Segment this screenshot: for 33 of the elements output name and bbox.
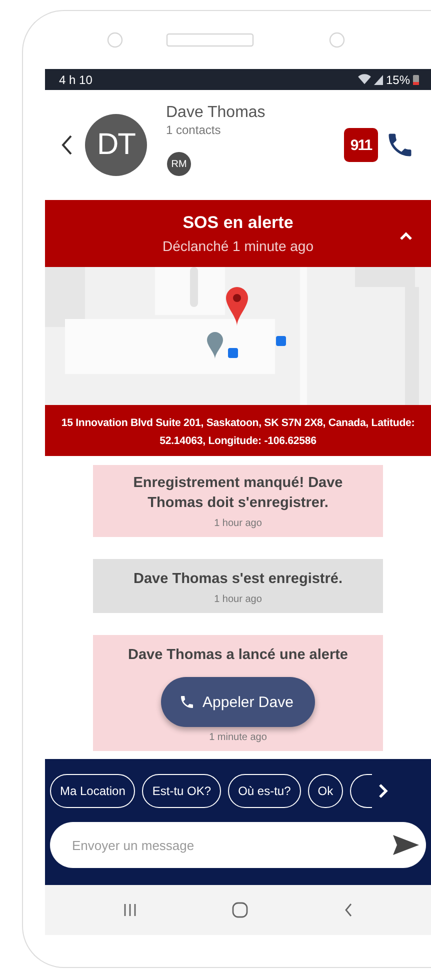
phone-icon	[178, 694, 195, 710]
message-text: Dave Thomas s'est enregistré.	[134, 570, 342, 589]
quick-reply-chip[interactable]: Est-tu OK?	[142, 774, 222, 808]
signal-icon	[374, 74, 383, 84]
member-avatar: RM	[167, 152, 191, 176]
status-time: 4 h 10	[59, 72, 92, 86]
address-text: 15 Innovation Blvd Suite 201, Saskatoon, SK S7N 2X8, Canada, Latitude: 52.14063, Longitude: -106.62586	[61, 417, 415, 447]
wifi-icon	[358, 74, 371, 85]
avatar: DT	[85, 114, 147, 176]
quick-reply-chip[interactable]	[350, 774, 372, 808]
message-time: 1 hour ago	[214, 594, 262, 605]
message-time: 1 hour ago	[214, 518, 262, 529]
message-time: 1 minute ago	[209, 732, 267, 743]
send-icon[interactable]	[392, 833, 420, 857]
home-icon[interactable]	[232, 902, 248, 918]
message-text: Enregistrement manqué! Dave Thomas doit s'enregistrer.	[132, 474, 344, 513]
quick-reply-chip[interactable]: Ok	[308, 774, 344, 808]
battery-level: 15%	[386, 72, 410, 86]
back-icon[interactable]	[61, 134, 73, 156]
chevron-right-icon[interactable]	[377, 783, 390, 799]
contact-name: Dave Thomas	[166, 104, 266, 122]
quick-reply-chip[interactable]: Où es-tu?	[228, 774, 301, 808]
collapse-icon[interactable]	[399, 230, 413, 242]
alert-time: Déclanché 1 minute ago	[162, 238, 314, 254]
emergency-call-button[interactable]: 911	[344, 128, 378, 162]
call-button[interactable]: Appeler Dave	[160, 677, 316, 727]
recent-apps-icon[interactable]	[122, 903, 137, 917]
quick-reply-chip[interactable]: Ma Location	[50, 774, 136, 808]
alert-title: SOS en alerte	[182, 213, 294, 233]
contact-count: 1 contacts	[166, 123, 222, 137]
message-text: Dave Thomas a lancé une alerte	[128, 646, 348, 665]
battery-icon	[413, 74, 419, 85]
message-input-field[interactable]: Envoyer un message	[50, 822, 426, 868]
